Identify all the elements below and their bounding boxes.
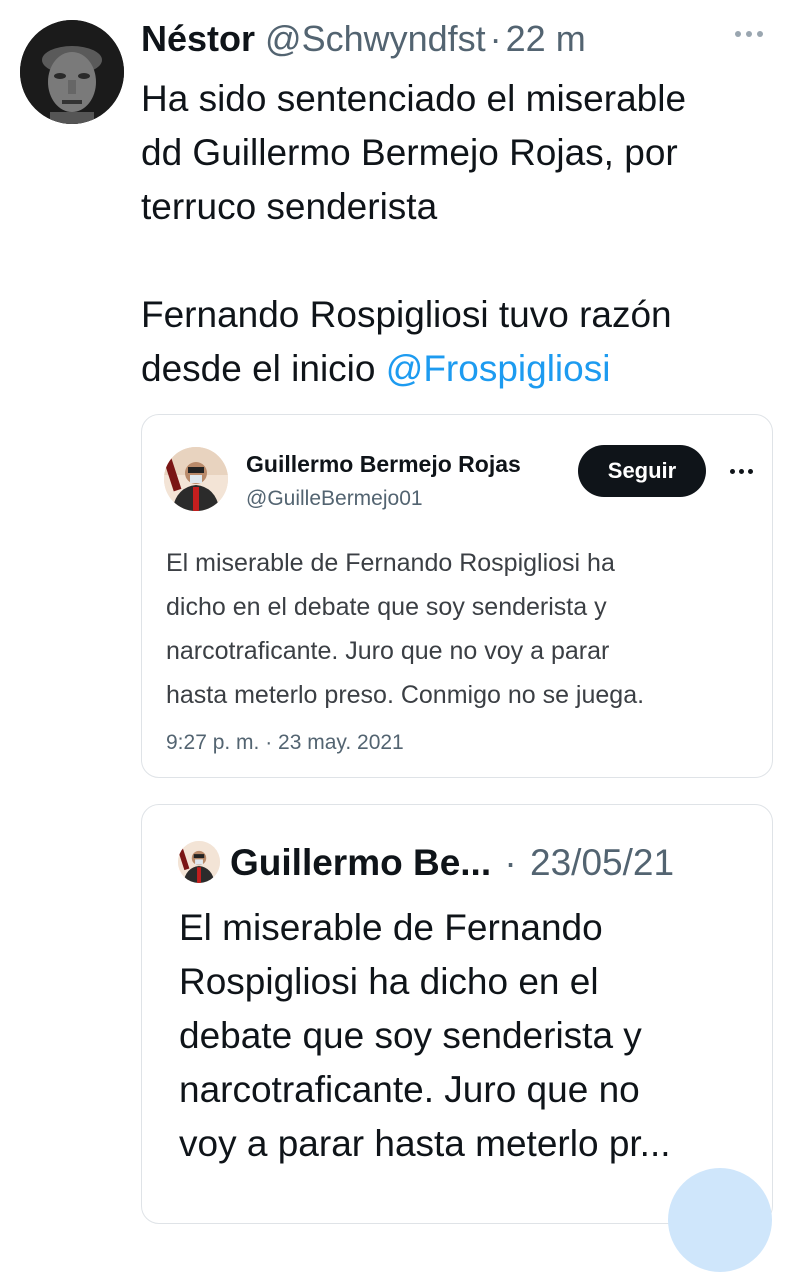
author-avatar[interactable] xyxy=(20,20,124,124)
tweet-text-line: terruco senderista xyxy=(141,186,438,227)
embedded-tweet-card[interactable]: Guillermo Bermejo Rojas @GuilleBermejo01… xyxy=(141,414,773,778)
more-horizontal-icon[interactable] xyxy=(726,461,756,481)
quoted-author-handle[interactable]: @GuilleBermejo01 xyxy=(246,487,423,511)
quoted-author-avatar[interactable] xyxy=(164,447,228,511)
author-name[interactable]: Néstor xyxy=(141,14,255,64)
compose-fab-button[interactable] xyxy=(668,1168,772,1272)
quoted-card-text-line: El miserable de Fernando Rospigliosi ha xyxy=(166,549,615,577)
quoted-card-text-line: narcotraficante. Juro que no voy a parar xyxy=(166,637,610,665)
quoted-tweet-author-name[interactable]: Guillermo Be... xyxy=(230,842,491,883)
quoted-card-body: El miserable de Fernando Rospigliosi ha … xyxy=(166,541,756,717)
quoted-tweet-text-line: voy a parar hasta meterlo pr... xyxy=(179,1123,671,1164)
tweet-body: Ha sido sentenciado el miserable dd Guil… xyxy=(141,72,781,396)
tweet-text-line-with-mention: desde el inicio @Frospigliosi xyxy=(141,342,781,396)
quoted-tweet-text-line: El miserable de Fernando xyxy=(179,907,603,948)
tweet-text-line: Ha sido sentenciado el miserable xyxy=(141,78,687,119)
quoted-tweet-text-line: narcotraficante. Juro que no xyxy=(179,1069,640,1110)
quoted-tweet-card[interactable]: Guillermo Be... · 23/05/21 El miserable … xyxy=(141,804,773,1224)
header-separator: · xyxy=(489,18,502,59)
quoted-tweet-text-line: debate que soy senderista y xyxy=(179,1015,642,1056)
quoted-tweet-avatar[interactable] xyxy=(178,841,220,883)
tweet-text-line: Fernando Rospigliosi tuvo razón xyxy=(141,294,672,335)
quoted-card-text-line: hasta meterlo preso. Conmigo no se juega… xyxy=(166,681,645,709)
tweet-text-line: dd Guillermo Bermejo Rojas, por xyxy=(141,132,678,173)
quoted-card-text-line: dicho en el debate que soy senderista y xyxy=(166,593,607,621)
quoted-tweet-separator: · xyxy=(504,842,517,883)
quoted-author-name[interactable]: Guillermo Bermejo Rojas xyxy=(246,451,521,478)
mention-link[interactable]: @Frospigliosi xyxy=(386,348,611,389)
follow-button[interactable]: Seguir xyxy=(578,445,706,497)
quoted-card-timestamp[interactable]: 9:27 p. m. · 23 may. 2021 xyxy=(166,731,404,755)
quoted-tweet-header: Guillermo Be... · 23/05/21 xyxy=(230,835,674,891)
more-horizontal-icon[interactable] xyxy=(727,20,771,48)
tweet-header: Néstor @Schwyndfst · 22 m xyxy=(141,14,773,64)
author-handle[interactable]: @Schwyndfst xyxy=(265,14,486,64)
tweet-text-segment: desde el inicio xyxy=(141,348,376,389)
quoted-tweet-text-line: Rospigliosi ha dicho en el xyxy=(179,961,599,1002)
tweet-time[interactable]: 22 m xyxy=(506,14,586,64)
quoted-tweet-date[interactable]: 23/05/21 xyxy=(530,842,674,883)
quoted-tweet-body: El miserable de Fernando Rospigliosi ha … xyxy=(179,901,759,1171)
